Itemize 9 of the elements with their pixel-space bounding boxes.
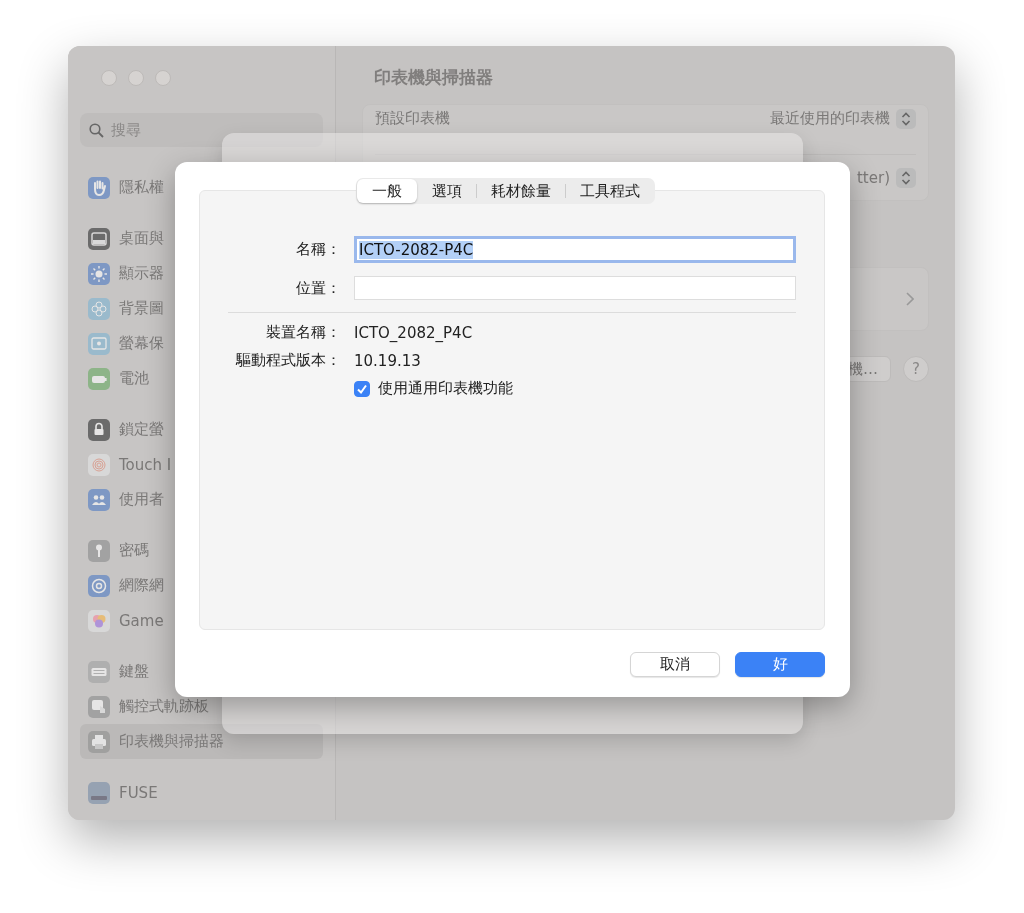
info-label: 驅動程式版本： [234,351,341,370]
page-title: 印表機與掃描器 [374,66,494,89]
checkbox-label: 使用通用印表機功能 [378,379,513,398]
info-value: 10.19.13 [354,351,422,370]
default-printer-label: 預設印表機 [375,109,451,128]
info-value: ICTO_2082_P4C [354,323,474,342]
info-label: 裝置名稱： [265,323,341,342]
name-label: 名稱： [295,240,341,259]
location-label: 位置： [295,278,341,298]
